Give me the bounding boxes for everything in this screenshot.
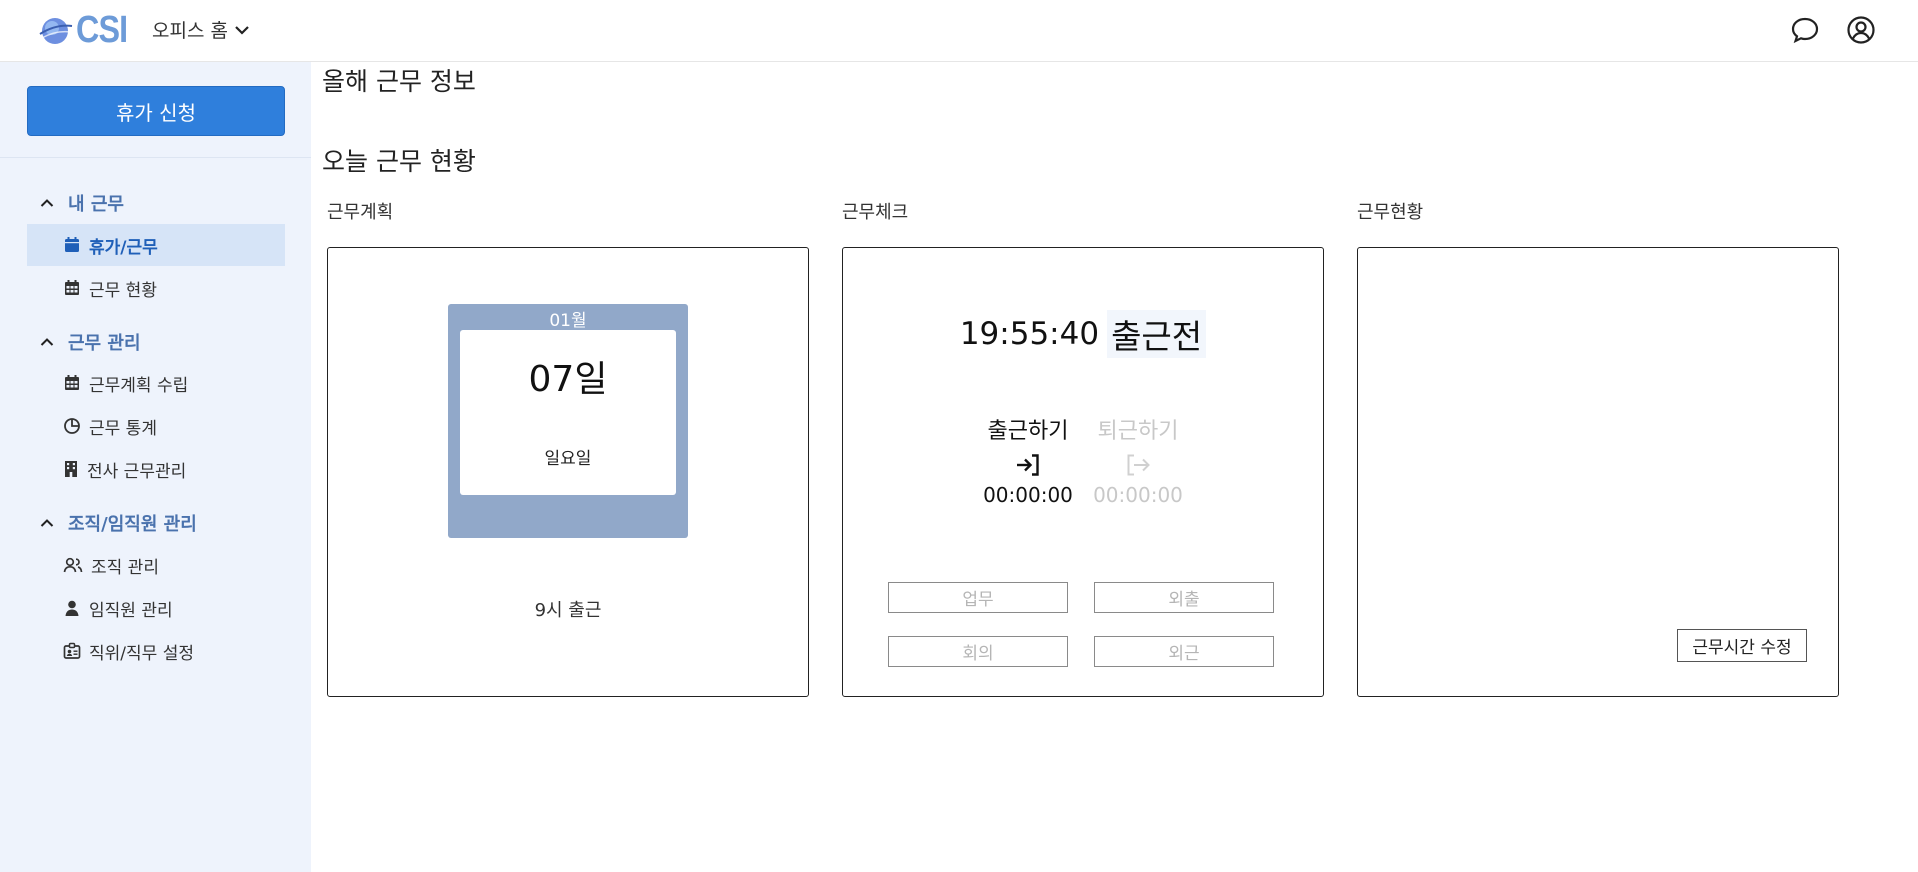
clock-out-label: 퇴근하기 (1097, 419, 1179, 444)
sidebar-item-label: 근무 현황 (89, 280, 157, 301)
badge-icon (63, 642, 81, 659)
calendar-icon (65, 237, 79, 252)
sidebar-item-label: 직위/직무 설정 (89, 643, 194, 664)
sidebar-item-label: 조직 관리 (91, 557, 159, 578)
work-plan-label: 근무계획 (327, 202, 394, 223)
year-work-info-title: 올해 근무 정보 (322, 67, 476, 96)
date-card-day: 07일 (528, 359, 608, 400)
work-check-panel: 19:55:40 출근전 출근하기 00:00:00 퇴근하기 00:00:00… (842, 247, 1324, 697)
sidebar-item-label: 전사 근무관리 (87, 461, 187, 482)
clock-in-time: 00:00:00 (983, 483, 1073, 507)
sign-out-icon (1127, 454, 1150, 476)
sidebar-item-label: 근무 통계 (89, 418, 157, 439)
top-header: CSI 오피스 홈 (0, 0, 1918, 62)
people-icon (63, 557, 83, 573)
chevron-down-icon (235, 25, 249, 35)
work-check-label: 근무체크 (842, 202, 909, 223)
chevron-up-icon (40, 519, 54, 527)
logo-text: CSI (76, 8, 128, 51)
chevron-up-icon (40, 199, 54, 207)
person-icon (65, 600, 79, 616)
outing-button[interactable]: 외출 (1094, 582, 1274, 613)
leave-request-button[interactable]: 휴가 신청 (27, 86, 285, 136)
clock-in-label: 출근하기 (987, 419, 1069, 444)
sidebar: 휴가 신청 내 근무 휴가/근무 근무 현황 근무 관리 근무계획 수립 근무 (0, 62, 311, 872)
chevron-up-icon (40, 338, 54, 346)
pie-chart-icon (64, 418, 80, 434)
globe-logo-icon (39, 18, 73, 44)
building-icon (65, 461, 77, 477)
account-icon[interactable] (1845, 14, 1877, 46)
calendar-grid-icon (65, 280, 79, 295)
office-home-label: 오피스 홈 (152, 20, 228, 42)
date-card-month: 01월 (549, 311, 587, 331)
meeting-button[interactable]: 회의 (888, 636, 1068, 667)
sidebar-item-label: 임직원 관리 (89, 600, 173, 621)
office-home-menu[interactable]: 오피스 홈 (152, 16, 250, 43)
clock-row: 19:55:40 출근전 (843, 310, 1323, 358)
today-work-status-title: 오늘 근무 현황 (322, 147, 476, 176)
sidebar-item-label: 근무계획 수립 (89, 375, 189, 396)
clock-out-time: 00:00:00 (1093, 483, 1183, 507)
sidebar-item-work-stats[interactable]: 근무 통계 (27, 405, 285, 447)
sidebar-item-org[interactable]: 조직 관리 (27, 544, 285, 586)
work-button[interactable]: 업무 (888, 582, 1068, 613)
attendance-status: 출근전 (1107, 310, 1207, 358)
date-card-body: 07일 일요일 (460, 330, 676, 495)
sidebar-item-work-plan[interactable]: 근무계획 수립 (27, 362, 285, 404)
work-plan-note: 9시 출근 (534, 600, 602, 621)
calendar-grid-icon (65, 375, 79, 390)
sidebar-item-label: 휴가/근무 (89, 237, 158, 258)
sidebar-item-work-status[interactable]: 근무 현황 (27, 267, 285, 309)
edit-work-time-button[interactable]: 근무시간 수정 (1677, 629, 1807, 662)
sidebar-group-label: 조직/임직원 관리 (68, 514, 197, 535)
sidebar-group-work-management[interactable]: 근무 관리 (40, 329, 141, 355)
sidebar-group-label: 근무 관리 (68, 333, 141, 354)
work-status-panel: 근무시간 수정 (1357, 247, 1839, 697)
sidebar-group-my-work[interactable]: 내 근무 (40, 190, 124, 216)
chat-icon[interactable] (1789, 14, 1821, 46)
sidebar-divider (0, 157, 311, 158)
work-status-label: 근무현황 (1357, 202, 1424, 223)
work-plan-panel: 01월 07일 일요일 9시 출근 (327, 247, 809, 697)
date-card-weekday: 일요일 (544, 449, 592, 469)
sidebar-group-label: 내 근무 (68, 194, 124, 215)
current-time: 19:55:40 (959, 316, 1100, 352)
field-work-button[interactable]: 외근 (1094, 636, 1274, 667)
date-card: 01월 07일 일요일 (448, 304, 688, 538)
sidebar-item-company-work[interactable]: 전사 근무관리 (27, 448, 285, 490)
sidebar-item-leave-work[interactable]: 휴가/근무 (27, 224, 285, 266)
sidebar-item-positions[interactable]: 직위/직무 설정 (27, 630, 285, 672)
sidebar-item-employees[interactable]: 임직원 관리 (27, 587, 285, 629)
clock-out-button[interactable]: 퇴근하기 00:00:00 (1083, 413, 1193, 507)
clock-in-button[interactable]: 출근하기 00:00:00 (973, 413, 1083, 507)
csi-logo[interactable]: CSI (38, 9, 136, 51)
sidebar-group-org-management[interactable]: 조직/임직원 관리 (40, 510, 197, 536)
sign-in-icon (1017, 454, 1039, 476)
